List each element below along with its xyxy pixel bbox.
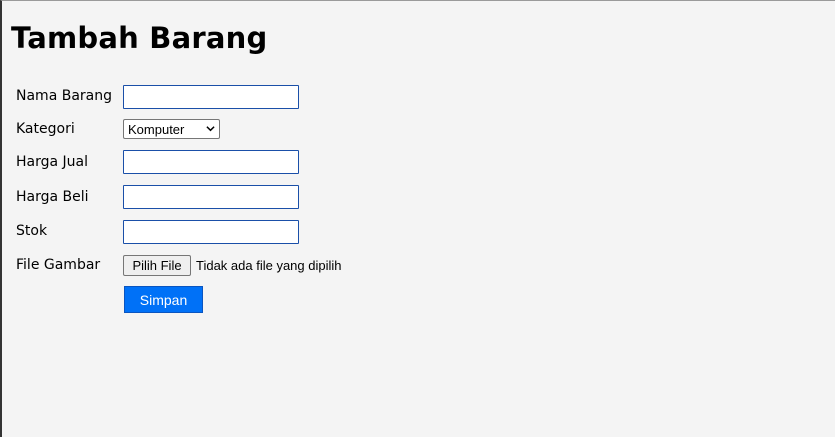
label-harga-jual: Harga Jual: [16, 154, 89, 170]
label-kategori: Kategori: [16, 121, 75, 137]
chevron-down-icon: [206, 126, 215, 132]
file-status-text: Tidak ada file yang dipilih: [196, 258, 342, 273]
page-title: Tambah Barang: [11, 21, 268, 55]
kategori-selected-value: Komputer: [128, 121, 185, 137]
label-file-gambar: File Gambar: [16, 257, 101, 273]
label-harga-beli: Harga Beli: [16, 189, 89, 205]
choose-file-button[interactable]: Pilih File: [123, 255, 191, 276]
nama-barang-input[interactable]: [123, 85, 299, 109]
harga-beli-input[interactable]: [123, 185, 299, 209]
kategori-select[interactable]: Komputer: [123, 119, 220, 139]
save-button[interactable]: Simpan: [124, 286, 203, 313]
harga-jual-input[interactable]: [123, 150, 299, 174]
label-stok: Stok: [16, 223, 48, 239]
stok-input[interactable]: [123, 220, 299, 244]
label-nama-barang: Nama Barang: [16, 88, 112, 104]
